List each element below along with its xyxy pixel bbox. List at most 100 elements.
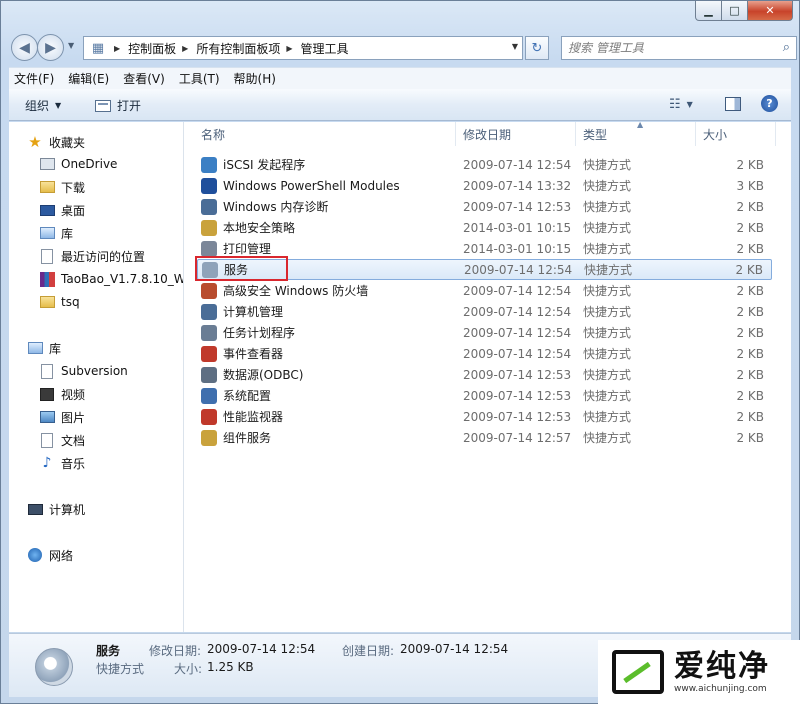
- column-divider[interactable]: [695, 122, 696, 146]
- file-row[interactable]: 打印管理 2014-03-01 10:15 快捷方式 2 KB: [197, 238, 772, 259]
- file-row[interactable]: 事件查看器 2009-07-14 12:54 快捷方式 2 KB: [197, 343, 772, 364]
- task-scheduler-icon: [201, 324, 217, 341]
- file-type: 快捷方式: [583, 368, 632, 382]
- search-input[interactable]: [562, 37, 762, 59]
- nav-label: 库: [49, 341, 62, 356]
- nav-label: TaoBao_V1.7.8.10_Wi: [61, 272, 184, 286]
- details-modified-label: 修改日期:: [149, 644, 202, 658]
- preview-pane-button[interactable]: [725, 97, 741, 111]
- file-row[interactable]: 系统配置 2009-07-14 12:53 快捷方式 2 KB: [197, 385, 772, 406]
- watermark-url-text: www.aichunjing.com: [674, 684, 767, 694]
- column-type[interactable]: 类型: [583, 126, 607, 143]
- breadcrumb-separator-icon[interactable]: ▶: [286, 44, 292, 53]
- file-name: 高级安全 Windows 防火墙: [223, 284, 369, 298]
- nav-library-shortcut[interactable]: 库: [39, 223, 73, 243]
- close-button[interactable]: ✕: [748, 1, 793, 21]
- command-bar: 组织 ▼ 打开 ☷ ▼ ?: [9, 89, 791, 121]
- file-row[interactable]: Windows 内存诊断 2009-07-14 12:53 快捷方式 2 KB: [197, 196, 772, 217]
- file-row[interactable]: 计算机管理 2009-07-14 12:54 快捷方式 2 KB: [197, 301, 772, 322]
- watermark-logo: 爱纯净 www.aichunjing.com: [598, 640, 800, 704]
- nav-favorites[interactable]: ★ 收藏夹: [27, 132, 85, 152]
- nav-recent-places[interactable]: 最近访问的位置: [39, 246, 145, 266]
- refresh-button[interactable]: ↻: [525, 36, 549, 60]
- file-row[interactable]: Windows PowerShell Modules 2009-07-14 13:…: [197, 175, 772, 196]
- nav-documents[interactable]: 文档: [39, 430, 85, 450]
- file-row[interactable]: 组件服务 2009-07-14 12:57 快捷方式 2 KB: [197, 427, 772, 448]
- nav-music[interactable]: ♪ 音乐: [39, 453, 85, 473]
- nav-subversion[interactable]: Subversion: [39, 361, 128, 381]
- file-row[interactable]: iSCSI 发起程序 2009-07-14 12:54 快捷方式 2 KB: [197, 154, 772, 175]
- file-name: 事件查看器: [223, 347, 284, 361]
- details-type: 快捷方式: [96, 662, 145, 676]
- nav-desktop[interactable]: 桌面: [39, 200, 85, 220]
- file-date: 2009-07-14 12:54: [463, 346, 572, 361]
- network-icon: [28, 548, 42, 562]
- libraries-icon: [27, 342, 43, 354]
- file-row[interactable]: 任务计划程序 2009-07-14 12:54 快捷方式 2 KB: [197, 322, 772, 343]
- file-size: 2 KB: [736, 220, 764, 235]
- file-type: 快捷方式: [583, 221, 632, 235]
- powershell-icon: [201, 177, 217, 194]
- menu-view[interactable]: 查看(V): [118, 70, 170, 87]
- file-type: 快捷方式: [583, 326, 632, 340]
- breadcrumb-separator-icon[interactable]: ▶: [114, 44, 120, 53]
- menu-tools[interactable]: 工具(T): [174, 70, 225, 87]
- file-name-cell: 数据源(ODBC): [201, 366, 303, 383]
- file-type: 快捷方式: [584, 263, 633, 277]
- menu-help[interactable]: 帮助(H): [229, 70, 281, 87]
- forward-button[interactable]: ▶: [37, 34, 64, 61]
- nav-label: 音乐: [61, 456, 86, 471]
- maximize-button[interactable]: □: [722, 1, 748, 21]
- change-view-button[interactable]: ☷ ▼: [669, 97, 693, 112]
- file-name: 本地安全策略: [223, 221, 296, 235]
- organize-button[interactable]: 组织 ▼: [25, 97, 61, 114]
- recent-pages-dropdown[interactable]: ▼: [68, 41, 74, 50]
- file-name: 数据源(ODBC): [223, 368, 304, 382]
- column-divider[interactable]: [775, 122, 776, 146]
- file-size: 2 KB: [736, 241, 764, 256]
- address-bar[interactable]: ▦ ▶ 控制面板 ▶ 所有控制面板项 ▶ 管理工具 ▼: [83, 36, 523, 60]
- file-row[interactable]: 本地安全策略 2014-03-01 10:15 快捷方式 2 KB: [197, 217, 772, 238]
- breadcrumb-separator-icon[interactable]: ▶: [182, 44, 188, 53]
- column-name[interactable]: 名称: [201, 126, 225, 143]
- nav-network[interactable]: 网络: [27, 545, 73, 565]
- nav-downloads[interactable]: 下载: [39, 177, 85, 197]
- menu-file[interactable]: 文件(F): [9, 70, 59, 87]
- menu-edit[interactable]: 编辑(E): [63, 70, 114, 87]
- help-icon[interactable]: ?: [761, 95, 778, 112]
- nav-pictures[interactable]: 图片: [39, 407, 85, 427]
- nav-label: 文档: [61, 433, 86, 448]
- column-size[interactable]: 大小: [703, 126, 727, 143]
- breadcrumb-control-panel[interactable]: 控制面板: [128, 40, 176, 57]
- search-box[interactable]: ⌕: [561, 36, 797, 60]
- nav-taobao[interactable]: TaoBao_V1.7.8.10_Wi: [39, 269, 184, 289]
- file-row[interactable]: 服务 2009-07-14 12:54 快捷方式 2 KB: [197, 259, 772, 280]
- breadcrumb-admin-tools[interactable]: 管理工具: [301, 40, 349, 57]
- file-type: 快捷方式: [583, 242, 632, 256]
- nav-tsq[interactable]: tsq: [39, 292, 80, 312]
- file-name-cell: 任务计划程序: [201, 324, 295, 341]
- column-date[interactable]: 修改日期: [463, 126, 511, 143]
- file-row[interactable]: 数据源(ODBC) 2009-07-14 12:53 快捷方式 2 KB: [197, 364, 772, 385]
- file-size: 3 KB: [736, 178, 764, 193]
- open-button[interactable]: 打开: [95, 97, 141, 114]
- address-dropdown-icon[interactable]: ▼: [512, 42, 518, 51]
- nav-libraries[interactable]: 库: [27, 338, 61, 358]
- column-divider[interactable]: [575, 122, 576, 146]
- file-name-cell: 本地安全策略: [201, 219, 295, 236]
- nav-videos[interactable]: 视频: [39, 384, 85, 404]
- column-divider[interactable]: [455, 122, 456, 146]
- breadcrumb-all-items[interactable]: 所有控制面板项: [196, 40, 280, 57]
- file-row[interactable]: 高级安全 Windows 防火墙 2009-07-14 12:54 快捷方式 2 KB: [197, 280, 772, 301]
- iscsi-icon: [201, 156, 217, 173]
- performance-monitor-icon: [201, 408, 217, 425]
- nav-label: tsq: [61, 295, 80, 309]
- odbc-icon: [201, 366, 217, 383]
- chevron-down-icon: ▼: [55, 101, 62, 110]
- search-icon[interactable]: ⌕: [783, 40, 790, 55]
- back-button[interactable]: ◀: [11, 34, 38, 61]
- minimize-button[interactable]: ▁: [695, 1, 722, 21]
- nav-computer[interactable]: 计算机: [27, 499, 85, 519]
- file-row[interactable]: 性能监视器 2009-07-14 12:53 快捷方式 2 KB: [197, 406, 772, 427]
- nav-onedrive[interactable]: OneDrive: [39, 154, 117, 174]
